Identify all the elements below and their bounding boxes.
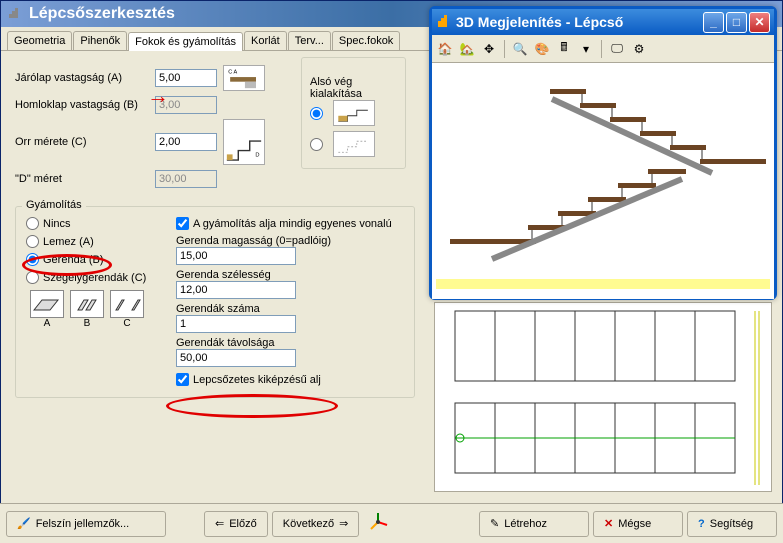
gy-icon-b [70,290,104,318]
move-icon[interactable]: ✥ [480,40,498,58]
kovetkezo-button[interactable]: Következő ⇒ [272,511,360,537]
letrehoz-button[interactable]: ✎ Létrehoz [479,511,589,537]
tab-korlat[interactable]: Korlát [244,31,287,50]
jarolap-label: Járólap vastagság (A) [15,72,155,84]
svg-text:C A: C A [228,69,237,75]
plan-view[interactable] [434,302,772,492]
gyamolitas-icons-row: A B C [30,290,176,329]
maximize-button[interactable]: □ [726,12,747,33]
alsoveg-icon-2 [333,131,375,157]
homloklap-input [155,96,217,114]
arrow-right-icon: ⇒ [339,517,348,530]
arrow-left-icon: ⇐ [215,517,224,530]
svg-text:D: D [255,152,259,158]
step-profile-icon-side: D [223,119,265,165]
elozo-button[interactable]: ⇐ Előző [204,511,268,537]
gerenda-szelesseg-input[interactable] [176,281,296,299]
radio-gerenda[interactable]: Gerenda (B) [26,253,176,266]
gyamolitas-group: Gyámolítás Nincs Lemez (A) Gerenda (B) S… [15,206,415,398]
megse-button[interactable]: ✕ Mégse [593,511,683,537]
calc-icon[interactable]: 🖩 [555,40,573,58]
orr-label: Orr mérete (C) [15,136,155,148]
check-egyenes[interactable]: A gyámolítás alja mindig egyenes vonalú [176,217,404,230]
preview-title: 3D Megjelenítés - Lépcső [456,14,703,30]
zoom-icon[interactable]: 🔍 [511,40,529,58]
gerenda-magassag-label: Gerenda magasság (0=padlóig) [176,235,404,247]
main-title: Lépcsőszerkesztés [29,5,175,23]
preview-highlight-bar [436,279,770,289]
check-lepcsozetes[interactable]: Lepcsőzetes kiképzésű alj [176,373,404,386]
homloklap-label: Homloklap vastagság (B) [15,99,155,111]
radio-szegely[interactable]: Szegélygerendák (C) [26,271,176,284]
jarolap-input[interactable] [155,69,217,87]
alsoveg-option-1[interactable] [310,100,397,126]
radio-nincs[interactable]: Nincs [26,217,176,230]
tab-geometria[interactable]: Geometria [7,31,72,50]
help-icon: ? [698,518,705,530]
palette-icon[interactable]: 🎨 [533,40,551,58]
gerenda-szelesseg-label: Gerenda szélesség [176,269,404,281]
dropdown-icon[interactable]: ▾ [577,40,595,58]
gy-icon-c [110,290,144,318]
bottom-bar: 🖌️ Felszín jellemzők... ⇐ Előző Következ… [0,503,783,543]
preview-app-icon [436,13,452,32]
preview-canvas[interactable] [432,63,774,299]
minimize-button[interactable]: _ [703,12,724,33]
alsoveg-legend: Alsó vég kialakítása [310,76,397,100]
brush-icon: 🖌️ [17,517,31,530]
alsoveg-icon-1 [333,100,375,126]
app-icon [7,4,23,25]
step-profile-icon-top: C A [223,65,265,91]
gerenda-magassag-input[interactable] [176,247,296,265]
axis-icon[interactable] [367,524,389,536]
felszin-button[interactable]: 🖌️ Felszín jellemzők... [6,511,166,537]
preview-toolbar: 🏠 🏡 ✥ 🔍 🎨 🖩 ▾ 🖵 ⚙ [432,35,774,63]
close-button[interactable]: ✕ [749,12,770,33]
screen-icon[interactable]: 🖵 [608,40,626,58]
home-color-icon[interactable]: 🏡 [458,40,476,58]
settings-icon[interactable]: ⚙ [630,40,648,58]
preview-titlebar[interactable]: 3D Megjelenítés - Lépcső _ □ ✕ [432,9,774,35]
segitseg-button[interactable]: ? Segítség [687,511,777,537]
tab-fokok-gyamolitas[interactable]: Fokok és gyámolítás [128,32,243,51]
radio-lemez[interactable]: Lemez (A) [26,235,176,248]
alsoveg-option-2[interactable] [310,131,397,157]
alsoveg-group: Alsó vég kialakítása [301,57,406,169]
tab-specfokok[interactable]: Spec.fokok [332,31,400,50]
gerendak-szama-label: Gerendák száma [176,303,404,315]
pencil-icon: ✎ [490,517,499,530]
gyamolitas-legend: Gyámolítás [22,199,86,211]
orr-input[interactable] [155,133,217,151]
dmeret-label: "D" méret [15,173,155,185]
home-icon[interactable]: 🏠 [436,40,454,58]
dmeret-input [155,170,217,188]
close-icon: ✕ [604,517,613,530]
preview-window[interactable]: 3D Megjelenítés - Lépcső _ □ ✕ 🏠 🏡 ✥ 🔍 🎨… [429,6,777,300]
tab-terv[interactable]: Terv... [288,31,331,50]
tab-pihenok[interactable]: Pihenők [73,31,127,50]
gerendak-szama-input[interactable] [176,315,296,333]
gerendak-tav-label: Gerendák távolsága [176,337,404,349]
gerendak-tav-input[interactable] [176,349,296,367]
annotation-circle-lepcsozetes [166,394,338,418]
gy-icon-a [30,290,64,318]
